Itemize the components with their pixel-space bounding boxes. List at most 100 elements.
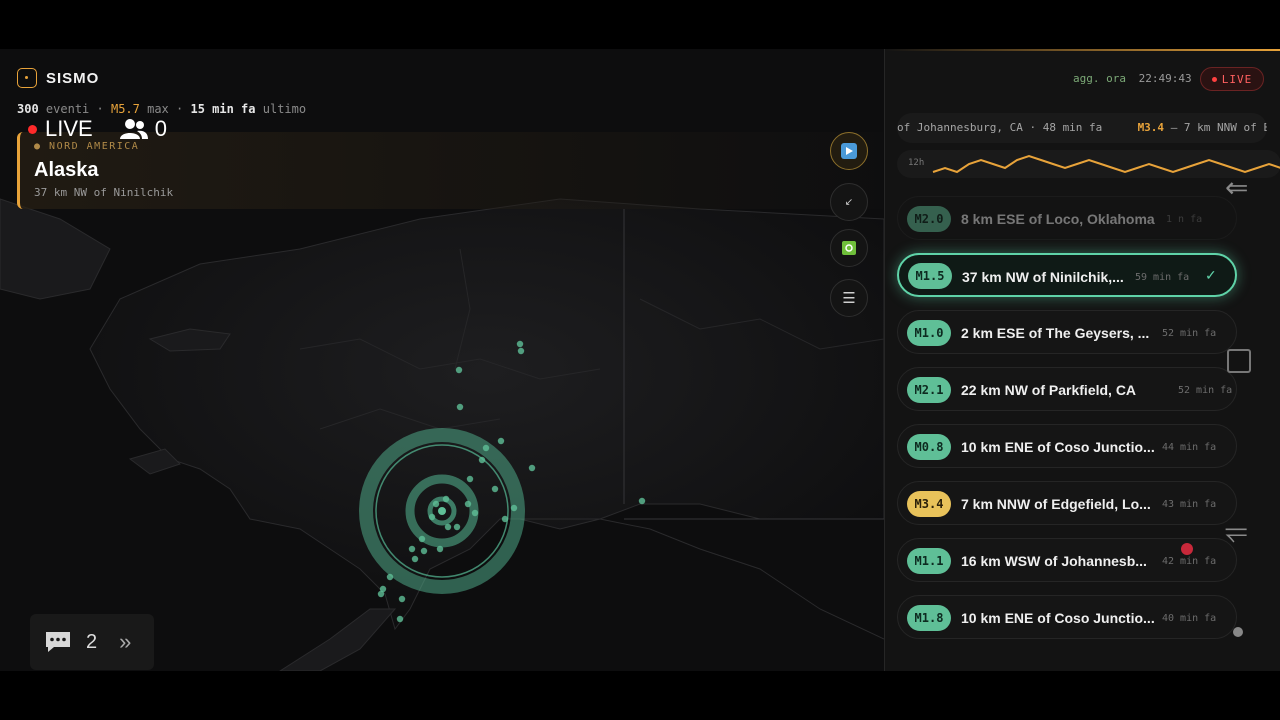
- event-place: 8 km ESE of Loco, Oklahoma: [961, 211, 1155, 227]
- viewers-icon: [119, 119, 148, 139]
- earthquake-map[interactable]: SISMO 300 eventi · M5.7 max · 15 min fa …: [0, 49, 884, 671]
- quake-marker[interactable]: [432, 500, 440, 508]
- ticker-magnitude: M3.4: [1137, 121, 1165, 134]
- viewer-count: 0: [119, 116, 167, 142]
- quake-marker[interactable]: [464, 500, 472, 508]
- event-age: 59 min fa: [1135, 272, 1190, 283]
- live-dot-icon: [28, 124, 37, 134]
- quake-marker[interactable]: [471, 509, 479, 517]
- quake-marker[interactable]: [497, 437, 505, 445]
- quake-marker[interactable]: [528, 464, 536, 472]
- exit-icon[interactable]: ⥫: [1225, 514, 1247, 547]
- focus-card[interactable]: ● NORD AMERICA Alaska 37 km NW of Ninilc…: [17, 132, 883, 209]
- quake-marker[interactable]: [466, 475, 474, 483]
- event-list-item[interactable]: M3.4 7 km NNW of Edgefield, Lo... 43 min f…: [897, 481, 1237, 525]
- event-count: 300: [17, 102, 39, 116]
- accent-line: [885, 49, 1280, 51]
- quake-marker[interactable]: [510, 504, 518, 512]
- event-age: 43 min fa: [1162, 499, 1217, 510]
- app-stage: SISMO 300 eventi · M5.7 max · 15 min fa …: [0, 49, 1280, 671]
- event-age: 40 min fa: [1162, 613, 1217, 624]
- menu-button[interactable]: ☰: [830, 279, 868, 317]
- play-button[interactable]: [830, 132, 868, 170]
- event-age: 44 min fa: [1162, 442, 1217, 453]
- event-list-item[interactable]: M1.5 37 km NW of Ninilchik,... 59 min fa ✓: [897, 253, 1237, 297]
- recenter-button[interactable]: [830, 229, 868, 267]
- focus-subtitle: 37 km NW of Ninilchik: [34, 186, 174, 199]
- quake-marker[interactable]: [396, 615, 404, 623]
- quake-marker[interactable]: [491, 485, 499, 493]
- ticker-text-b: — 7 km NNW of Ed: [1170, 121, 1267, 134]
- event-list-item[interactable]: M2.0 8 km ESE of Loco, Oklahoma 1 n fa: [897, 196, 1237, 240]
- quake-marker[interactable]: [516, 340, 524, 348]
- event-list-item[interactable]: M1.8 10 km ENE of Coso Junctio... 40 min f…: [897, 595, 1237, 639]
- recenter-icon: [842, 241, 856, 255]
- expand-chat-icon[interactable]: »: [119, 629, 131, 655]
- event-place: 37 km NW of Ninilchik,...: [962, 269, 1124, 285]
- event-place: 16 km WSW of Johannesb...: [961, 553, 1147, 569]
- event-age: 52 min fa: [1162, 328, 1217, 339]
- sparkline-chart: [932, 154, 1280, 174]
- event-count-label: eventi: [45, 102, 90, 116]
- focus-region: ● NORD AMERICA: [34, 141, 140, 152]
- quake-marker[interactable]: [386, 573, 394, 581]
- selected-check-icon: ✓: [1205, 267, 1217, 283]
- focus-title: Alaska: [34, 159, 99, 181]
- quake-marker[interactable]: [411, 555, 419, 563]
- quake-marker[interactable]: [418, 535, 426, 543]
- quake-marker[interactable]: [478, 456, 486, 464]
- event-age: 52 min fa: [1178, 385, 1233, 396]
- quake-marker[interactable]: [455, 366, 463, 374]
- stats-line: 300 eventi · M5.7 max · 15 min fa ultimo: [17, 102, 307, 116]
- scroll-indicator[interactable]: [1233, 627, 1243, 637]
- quake-marker[interactable]: [436, 545, 444, 553]
- event-list: M2.0 8 km ESE of Loco, Oklahoma 1 n fa M1.5…: [897, 196, 1237, 652]
- quake-marker[interactable]: [517, 347, 525, 355]
- max-magnitude: M5.7: [110, 102, 140, 116]
- live-badge-label: LIVE: [1221, 72, 1253, 86]
- last-event-age: 15 min fa: [190, 102, 256, 116]
- magnitude-badge: M1.5: [908, 263, 952, 289]
- last-event-label: ultimo: [262, 102, 307, 116]
- magnitude-badge: M1.1: [907, 548, 951, 574]
- magnitude-badge: M2.1: [907, 377, 951, 403]
- updated-time: 22:49:43: [1138, 72, 1192, 85]
- event-place: 7 km NNW of Edgefield, Lo...: [961, 496, 1151, 512]
- updated-label: agg. ora: [1073, 72, 1126, 85]
- stream-live-label: LIVE: [45, 116, 93, 141]
- collapse-button[interactable]: ↙: [830, 183, 868, 221]
- stream-live-overlay: LIVE 0: [28, 116, 167, 142]
- update-status: agg. ora 22:49:43: [1073, 72, 1192, 85]
- play-icon: [841, 143, 857, 159]
- magnitude-badge: M2.0: [907, 206, 951, 232]
- live-dot-icon: [1211, 76, 1217, 82]
- menu-icon: ☰: [842, 290, 856, 307]
- square-icon[interactable]: [1227, 349, 1251, 373]
- event-age: 1 n fa: [1166, 214, 1203, 225]
- quake-marker[interactable]: [638, 497, 646, 505]
- brand: SISMO: [17, 68, 99, 88]
- max-magnitude-label: max: [147, 102, 169, 116]
- quake-marker[interactable]: [501, 515, 509, 523]
- quake-marker[interactable]: [442, 495, 450, 503]
- quake-marker[interactable]: [398, 595, 406, 603]
- quake-marker[interactable]: [456, 403, 464, 411]
- event-place: 10 km ENE of Coso Junctio...: [961, 610, 1155, 626]
- event-list-item[interactable]: M2.1 22 km NW of Parkfield, CA 52 min fa: [897, 367, 1237, 411]
- quake-marker[interactable]: [377, 590, 385, 598]
- quake-marker[interactable]: [420, 547, 428, 555]
- event-ticker[interactable]: of Johannesburg, CA · 48 min fa M3.4 — 7…: [897, 113, 1267, 143]
- collapse-icon: ↙: [844, 196, 854, 208]
- quake-marker[interactable]: [408, 545, 416, 553]
- quake-marker[interactable]: [453, 523, 461, 531]
- magnitude-badge: M3.4: [907, 491, 951, 517]
- record-dot-icon: [1181, 543, 1193, 555]
- chat-panel[interactable]: 2 »: [30, 614, 154, 670]
- live-badge[interactable]: LIVE: [1200, 67, 1264, 91]
- quake-marker[interactable]: [444, 523, 452, 531]
- back-icon[interactable]: ⇐: [1225, 171, 1248, 204]
- event-list-item[interactable]: M0.8 10 km ENE of Coso Junctio... 44 min f…: [897, 424, 1237, 468]
- quake-marker[interactable]: [428, 513, 436, 521]
- quake-marker[interactable]: [482, 444, 490, 452]
- event-list-item[interactable]: M1.0 2 km ESE of The Geysers, ... 52 min f…: [897, 310, 1237, 354]
